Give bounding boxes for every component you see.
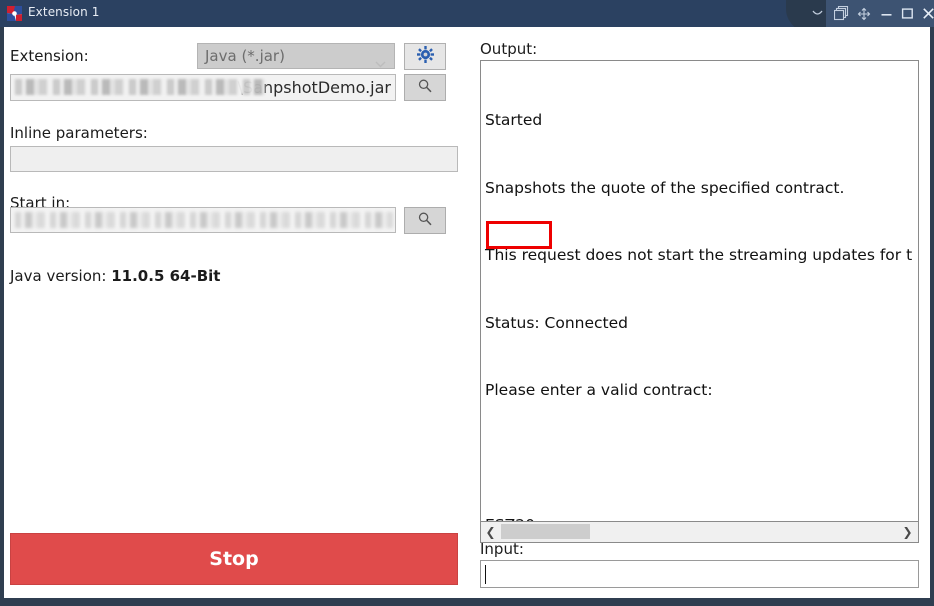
window-title: Extension 1 [28, 5, 100, 19]
redacted-path-overlay [15, 79, 265, 95]
titlebar-left-region [0, 0, 800, 27]
magnifier-icon [417, 211, 433, 231]
output-text: Started Snapshots the quote of the speci… [485, 64, 918, 521]
inline-parameters-label: Inline parameters: [10, 124, 148, 142]
input-field[interactable] [480, 560, 919, 588]
extension-window: Extension 1 Extension: Java (*.jar) \San… [0, 0, 934, 606]
close-icon[interactable] [917, 0, 934, 27]
app-logo-icon [7, 6, 22, 21]
java-version-value: 11.0.5 64-Bit [111, 267, 221, 285]
minimize-icon[interactable] [875, 0, 897, 27]
chevron-right-icon[interactable]: ❯ [899, 525, 916, 539]
output-line: This request does not start the streamin… [485, 246, 913, 264]
output-line: Started [485, 111, 543, 129]
output-console[interactable]: Started Snapshots the quote of the speci… [480, 60, 919, 522]
output-line: Status: Connected [485, 313, 629, 332]
input-label: Input: [480, 540, 524, 558]
text-caret [485, 565, 486, 584]
maximize-icon[interactable] [896, 0, 918, 27]
chevron-left-icon[interactable]: ❮ [482, 525, 499, 539]
java-version-label: Java version: [10, 267, 107, 285]
output-line: Please enter a valid contract: [485, 381, 713, 399]
window-body: Extension: Java (*.jar) \SanpshotDemo.ja… [4, 27, 930, 598]
output-line-highlighted: ESZ20 [485, 514, 918, 521]
jar-path-field[interactable]: \SanpshotDemo.jar [10, 74, 396, 101]
magnifier-icon [417, 78, 433, 98]
inline-parameters-input[interactable] [10, 146, 458, 172]
scrollbar-thumb[interactable] [501, 524, 590, 539]
jar-browse-button[interactable] [404, 74, 446, 101]
titlebar: Extension 1 [0, 0, 934, 27]
collapse-icon[interactable] [806, 0, 828, 27]
move-icon[interactable] [853, 0, 875, 27]
gear-icon [416, 46, 434, 67]
output-line: Snapshots the quote of the specified con… [485, 178, 845, 197]
output-pane: Output: Started Snapshots the quote of t… [475, 27, 930, 598]
output-label: Output: [480, 40, 538, 58]
stop-button[interactable]: Stop [10, 533, 458, 585]
extension-label: Extension: [10, 47, 89, 65]
java-version-row: Java version: 11.0.5 64-Bit [10, 267, 220, 285]
cascade-windows-icon[interactable] [830, 0, 852, 27]
settings-button[interactable] [404, 43, 446, 70]
redacted-startin-overlay [15, 212, 393, 228]
output-horizontal-scrollbar[interactable]: ❮ ❯ [480, 522, 919, 543]
configuration-pane: Extension: Java (*.jar) \SanpshotDemo.ja… [4, 27, 469, 598]
start-in-field[interactable] [10, 207, 396, 233]
extension-select[interactable]: Java (*.jar) [197, 43, 395, 69]
chevron-down-icon [375, 53, 386, 72]
extension-select-value: Java (*.jar) [205, 47, 285, 65]
start-in-browse-button[interactable] [404, 207, 446, 234]
